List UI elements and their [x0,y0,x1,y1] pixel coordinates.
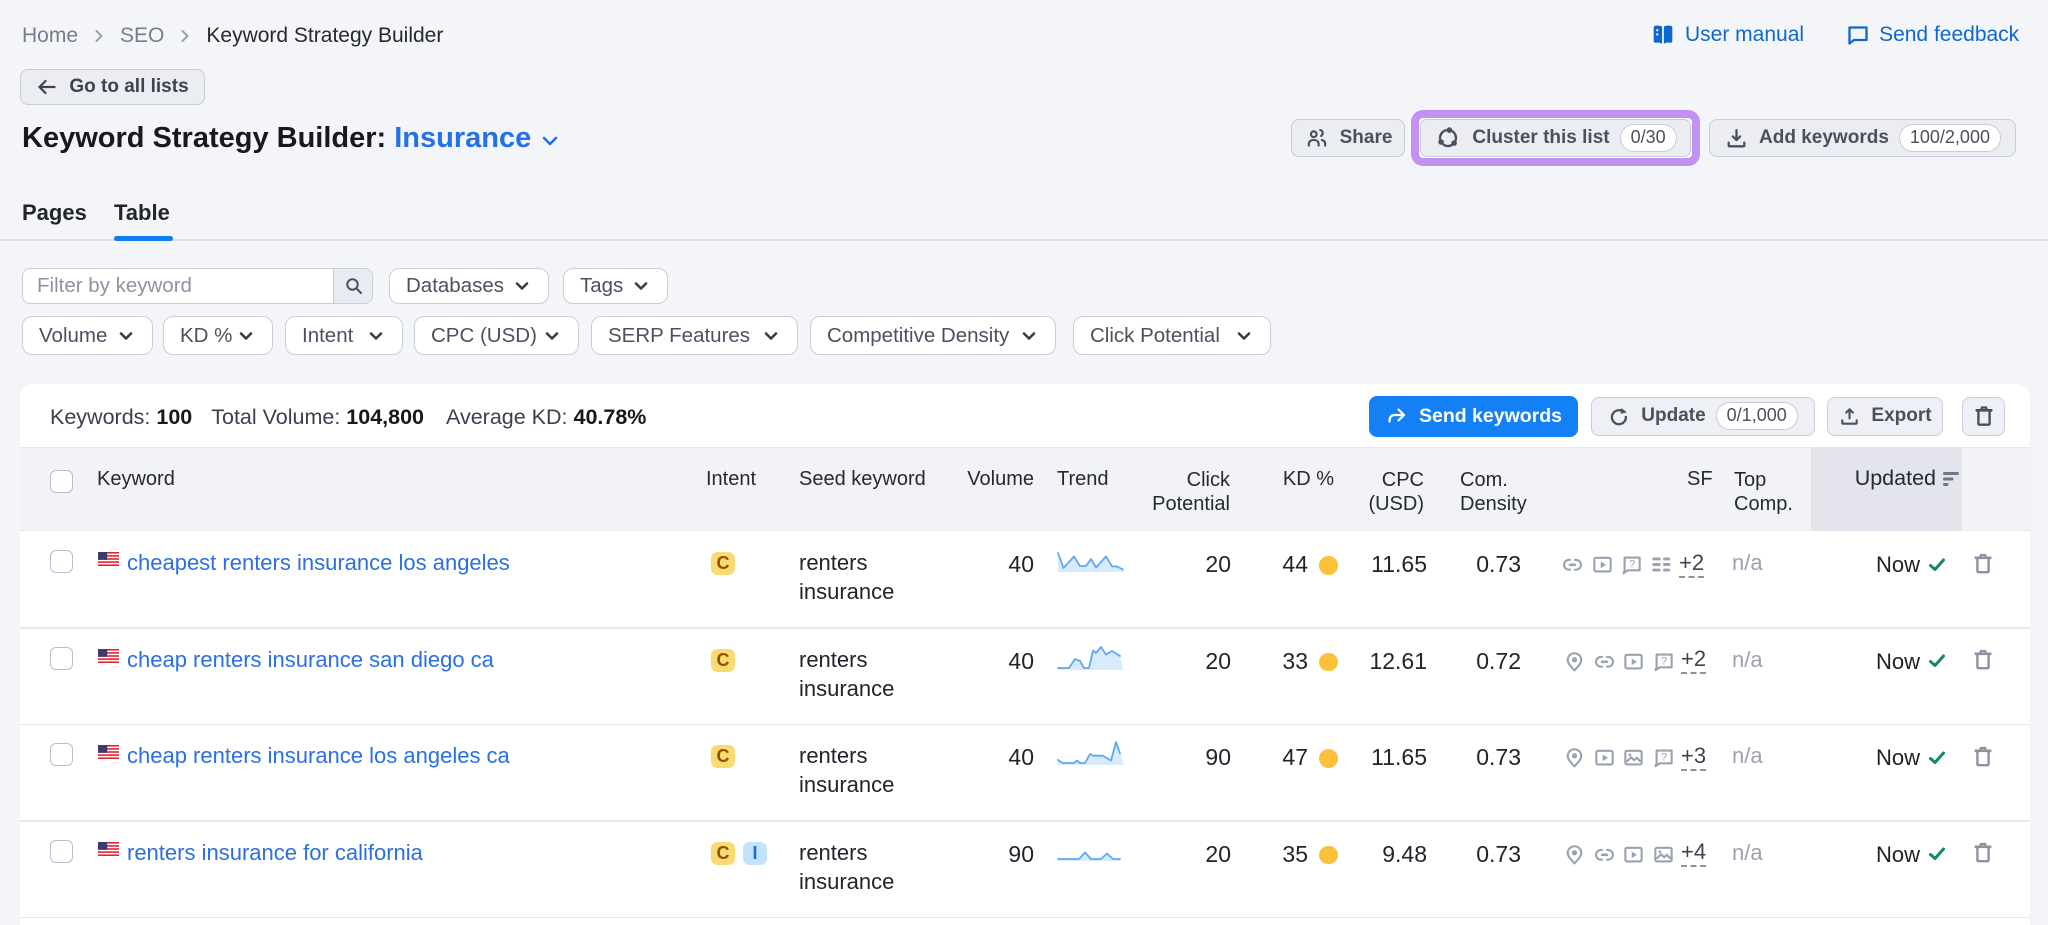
svg-text:?: ? [1661,752,1667,764]
svg-text:?: ? [1661,655,1667,667]
svg-text:?: ? [1629,559,1635,571]
